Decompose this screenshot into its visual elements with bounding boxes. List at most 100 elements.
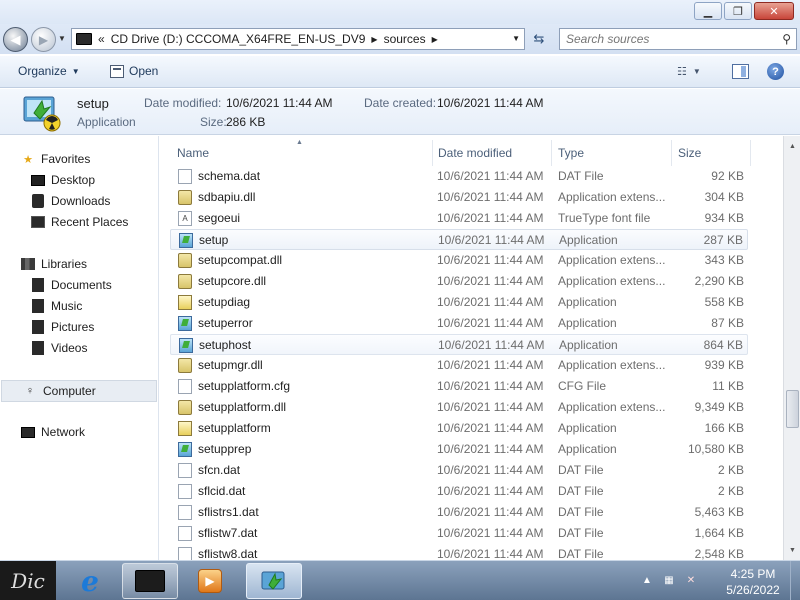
back-button[interactable]: ◀ bbox=[3, 27, 28, 52]
breadcrumb-arrow-icon[interactable]: ▶ bbox=[371, 35, 377, 44]
breadcrumb-arrow-icon[interactable]: ▶ bbox=[432, 35, 438, 44]
show-desktop-button[interactable] bbox=[790, 561, 800, 600]
taskbar-setup[interactable] bbox=[246, 563, 302, 599]
file-row[interactable]: setupplatform.cfg 10/6/2021 11:44 AM CFG F… bbox=[170, 376, 748, 397]
file-date-modified: 10/6/2021 11:44 AM bbox=[437, 169, 544, 183]
file-row[interactable]: setupdiag 10/6/2021 11:44 AM Application 55… bbox=[170, 292, 748, 313]
vertical-scrollbar[interactable]: ▲ ▼ bbox=[783, 136, 800, 560]
file-row[interactable]: sflcid.dat 10/6/2021 11:44 AM DAT File 2 KB bbox=[170, 481, 748, 502]
size-label: Size: bbox=[200, 115, 227, 129]
app-file-icon bbox=[178, 316, 192, 331]
file-date-modified: 10/6/2021 11:44 AM bbox=[437, 316, 544, 330]
file-row[interactable]: sflistrs1.dat 10/6/2021 11:44 AM DAT File 5… bbox=[170, 502, 748, 523]
refresh-button[interactable]: ⇆ bbox=[527, 28, 551, 50]
scroll-thumb[interactable] bbox=[786, 390, 799, 428]
recent-pages-dropdown[interactable]: ▼ bbox=[58, 34, 66, 43]
search-box[interactable]: ⚲ bbox=[559, 28, 797, 50]
show-hidden-icons-icon[interactable]: ▲ bbox=[640, 573, 654, 587]
scroll-up-button[interactable]: ▲ bbox=[785, 138, 800, 154]
nav-desktop[interactable]: Desktop bbox=[30, 173, 95, 187]
file-type: DAT File bbox=[558, 526, 604, 540]
file-date-modified: 10/6/2021 11:44 AM bbox=[437, 484, 544, 498]
file-row[interactable]: schema.dat 10/6/2021 11:44 AM DAT File 92 K… bbox=[170, 166, 748, 187]
forward-button[interactable]: ▶ bbox=[31, 27, 56, 52]
taskbar-file-explorer[interactable] bbox=[122, 563, 178, 599]
nav-network[interactable]: Network bbox=[20, 425, 85, 439]
nav-recent-label: Recent Places bbox=[51, 215, 129, 229]
file-date-modified: 10/6/2021 11:44 AM bbox=[437, 400, 544, 414]
file-size: 304 KB bbox=[704, 190, 744, 204]
file-row[interactable]: setupcore.dll 10/6/2021 11:44 AM Applicati… bbox=[170, 271, 748, 292]
file-name: setuperror bbox=[198, 316, 253, 330]
network-status-icon[interactable]: ▦ bbox=[662, 573, 676, 587]
dll-file-icon bbox=[178, 358, 192, 373]
file-row[interactable]: sdbapiu.dll 10/6/2021 11:44 AM Application… bbox=[170, 187, 748, 208]
nav-videos[interactable]: Videos bbox=[30, 341, 87, 355]
help-button[interactable]: ? bbox=[767, 63, 784, 80]
nav-downloads[interactable]: Downloads bbox=[30, 194, 110, 208]
file-date-modified: 10/6/2021 11:44 AM bbox=[437, 505, 544, 519]
file-row[interactable]: setuperror 10/6/2021 11:44 AM Application 8… bbox=[170, 313, 748, 334]
internet-explorer-icon: e bbox=[81, 564, 99, 598]
file-row[interactable]: setupplatform 10/6/2021 11:44 AM Applicati… bbox=[170, 418, 748, 439]
column-name[interactable]: Name bbox=[171, 140, 433, 166]
file-row[interactable]: setup 10/6/2021 11:44 AM Application 287 KB bbox=[170, 229, 748, 250]
volume-muted-icon[interactable]: ✕ bbox=[684, 573, 698, 587]
search-input[interactable] bbox=[566, 32, 776, 46]
open-button[interactable]: Open bbox=[110, 64, 158, 78]
network-icon bbox=[20, 425, 36, 439]
videos-icon bbox=[30, 341, 46, 355]
nav-computer[interactable]: ♀ Computer bbox=[1, 380, 157, 402]
nav-recent-places[interactable]: Recent Places bbox=[30, 215, 128, 229]
address-bar[interactable]: « CD Drive (D:) CCCOMA_X64FRE_EN-US_DV9 … bbox=[71, 28, 525, 50]
nav-music[interactable]: Music bbox=[30, 299, 82, 313]
file-row[interactable]: setupprep 10/6/2021 11:44 AM Application 10… bbox=[170, 439, 748, 460]
selected-file-name: setup bbox=[77, 96, 109, 111]
file-date-modified: 10/6/2021 11:44 AM bbox=[437, 442, 544, 456]
nav-documents[interactable]: Documents bbox=[30, 278, 112, 292]
file-date-modified: 10/6/2021 11:44 AM bbox=[437, 295, 544, 309]
file-name: setupplatform bbox=[198, 421, 271, 435]
clock[interactable]: 4:25 PM 5/26/2022 bbox=[718, 566, 788, 598]
file-row[interactable]: Asegoeui 10/6/2021 11:44 AM TrueType font … bbox=[170, 208, 748, 229]
file-row[interactable]: setupcompat.dll 10/6/2021 11:44 AM Applica… bbox=[170, 250, 748, 271]
change-view-button[interactable]: ☷ ▼ bbox=[677, 65, 701, 78]
address-history-dropdown[interactable]: ▼ bbox=[512, 34, 520, 43]
search-icon[interactable]: ⚲ bbox=[782, 32, 791, 46]
file-row[interactable]: sfcn.dat 10/6/2021 11:44 AM DAT File 2 KB bbox=[170, 460, 748, 481]
file-row[interactable]: setupmgr.dll 10/6/2021 11:44 AM Applicatio… bbox=[170, 355, 748, 376]
taskbar-media-player[interactable]: ▶ bbox=[182, 563, 238, 599]
nav-pictures[interactable]: Pictures bbox=[30, 320, 94, 334]
file-row[interactable]: setupplatform.dll 10/6/2021 11:44 AM Appli… bbox=[170, 397, 748, 418]
nav-favorites[interactable]: ★ Favorites bbox=[20, 152, 90, 166]
file-row[interactable]: setuphost 10/6/2021 11:44 AM Application 86… bbox=[170, 334, 748, 355]
taskbar: Dic e ▶ ▲ ▦ ✕ 4:25 PM 5/26/2022 bbox=[0, 560, 800, 600]
column-date-modified[interactable]: Date modified bbox=[432, 140, 552, 166]
file-row[interactable]: sflistw8.dat 10/6/2021 11:44 AM DAT File 2,… bbox=[170, 544, 748, 560]
file-name: sflistw8.dat bbox=[198, 547, 258, 560]
date-modified-value: 10/6/2021 11:44 AM bbox=[226, 96, 333, 110]
file-row[interactable]: sflistw7.dat 10/6/2021 11:44 AM DAT File 1,… bbox=[170, 523, 748, 544]
nav-libraries[interactable]: Libraries bbox=[20, 257, 87, 271]
taskbar-internet-explorer[interactable]: e bbox=[62, 563, 118, 599]
refresh-icon: ⇆ bbox=[533, 31, 545, 46]
breadcrumb-overflow[interactable]: « bbox=[98, 32, 105, 46]
column-type[interactable]: Type bbox=[552, 140, 672, 166]
preview-pane-button[interactable] bbox=[732, 64, 749, 79]
column-size[interactable]: Size bbox=[672, 140, 751, 166]
organize-label: Organize bbox=[18, 64, 67, 78]
file-date-modified: 10/6/2021 11:44 AM bbox=[437, 463, 544, 477]
file-name: setupmgr.dll bbox=[198, 358, 263, 372]
start-button[interactable]: Dic bbox=[0, 561, 56, 600]
file-name: setup bbox=[199, 233, 229, 247]
maximize-button[interactable]: ❐ bbox=[724, 2, 752, 20]
breadcrumb-drive[interactable]: CD Drive (D:) CCCOMA_X64FRE_EN-US_DV9 bbox=[111, 32, 366, 46]
doc-file-icon bbox=[178, 463, 192, 478]
scroll-down-button[interactable]: ▼ bbox=[785, 542, 800, 558]
breadcrumb-folder[interactable]: sources bbox=[384, 32, 426, 46]
close-button[interactable]: ✕ bbox=[754, 2, 794, 20]
organize-button[interactable]: Organize ▼ bbox=[18, 64, 80, 78]
chevron-down-icon: ▼ bbox=[71, 66, 80, 76]
file-date-modified: 10/6/2021 11:44 AM bbox=[438, 233, 545, 247]
minimize-button[interactable]: ▁ bbox=[694, 2, 722, 20]
